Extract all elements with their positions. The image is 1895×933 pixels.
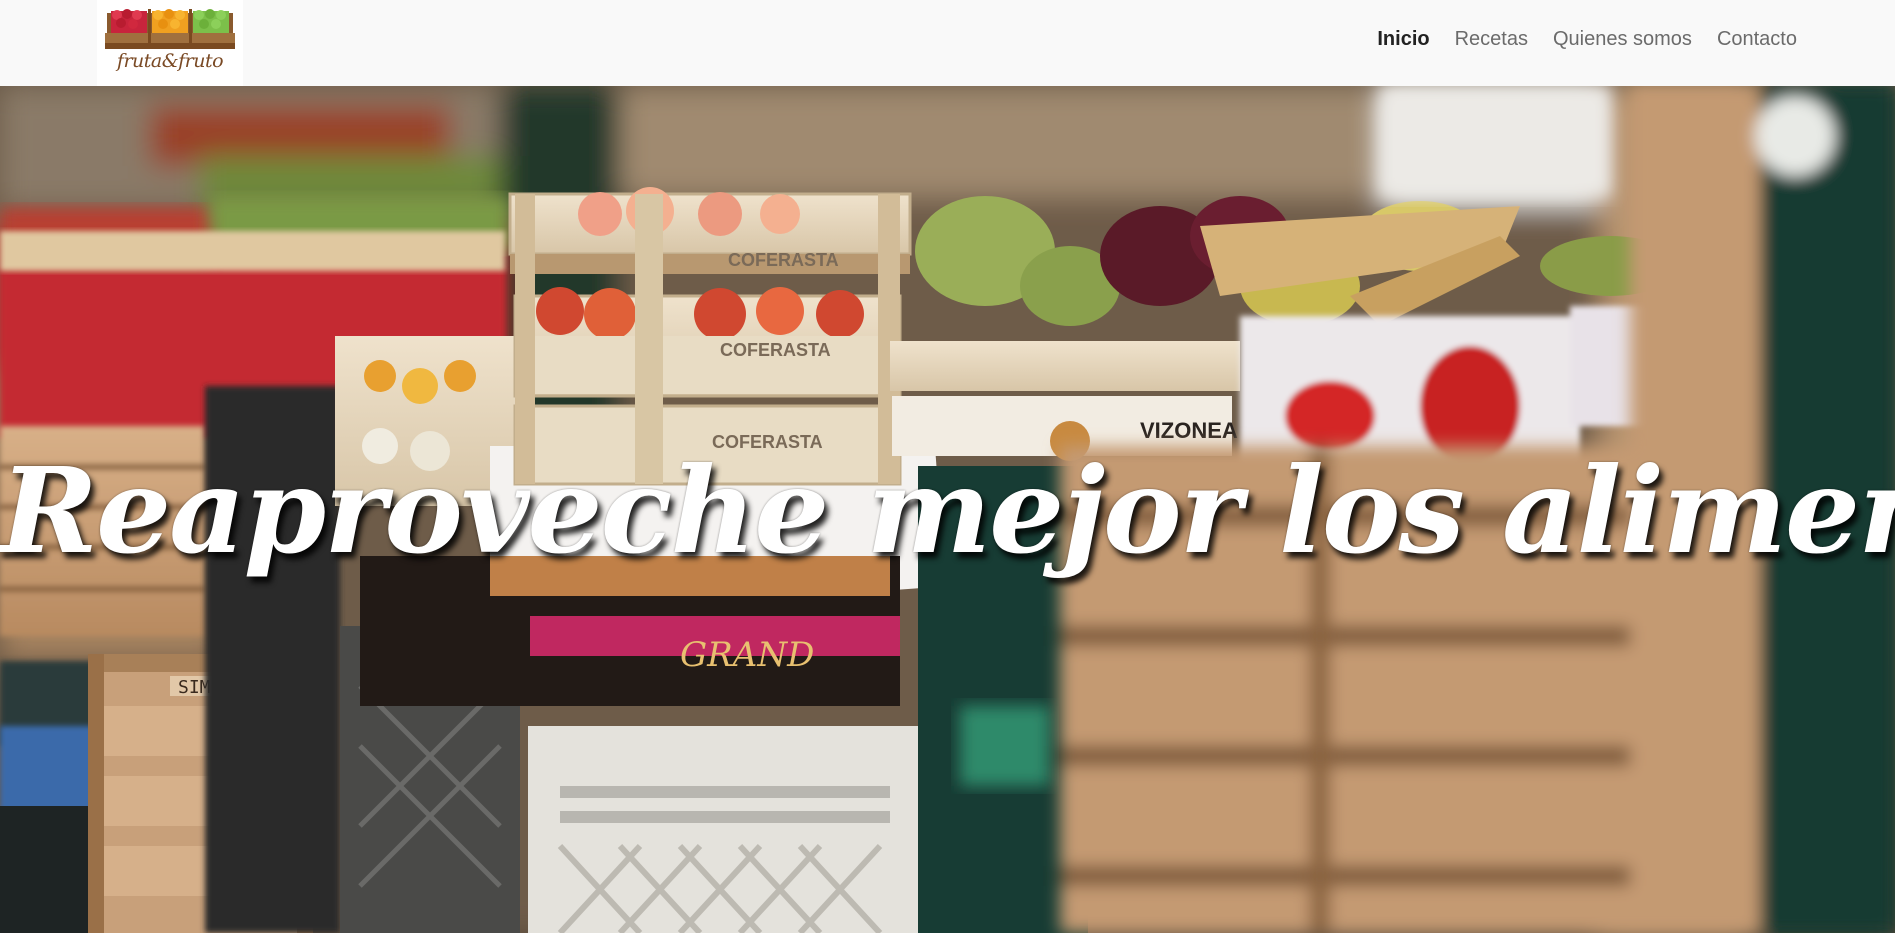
logo-text: fruta&fruto [116,50,224,72]
box-label-grand: GRAND [680,635,814,675]
nav-item-contacto[interactable]: Contacto [1717,28,1797,51]
crate-stamp-top: COFERASTA [728,250,839,270]
hero-title: Reaproveche mejor los alimentos [0,441,1895,580]
navbar: fruta&fruto Inicio Recetas Quienes somos… [0,0,1895,86]
fruit-crate-logo-icon [105,9,235,49]
nav-item-recetas[interactable]: Recetas [1455,28,1528,51]
nav-item-inicio[interactable]: Inicio [1377,28,1429,51]
main-nav: Inicio Recetas Quienes somos Contacto [1377,28,1797,51]
brand-logo[interactable]: fruta&fruto [97,0,243,86]
crate-stamp-middle: COFERASTA [720,340,831,360]
nav-item-quienes-somos[interactable]: Quienes somos [1553,28,1692,51]
box-label-right: VIZONEA [1140,418,1238,443]
hero-banner: SIMONE COF [0,86,1895,933]
